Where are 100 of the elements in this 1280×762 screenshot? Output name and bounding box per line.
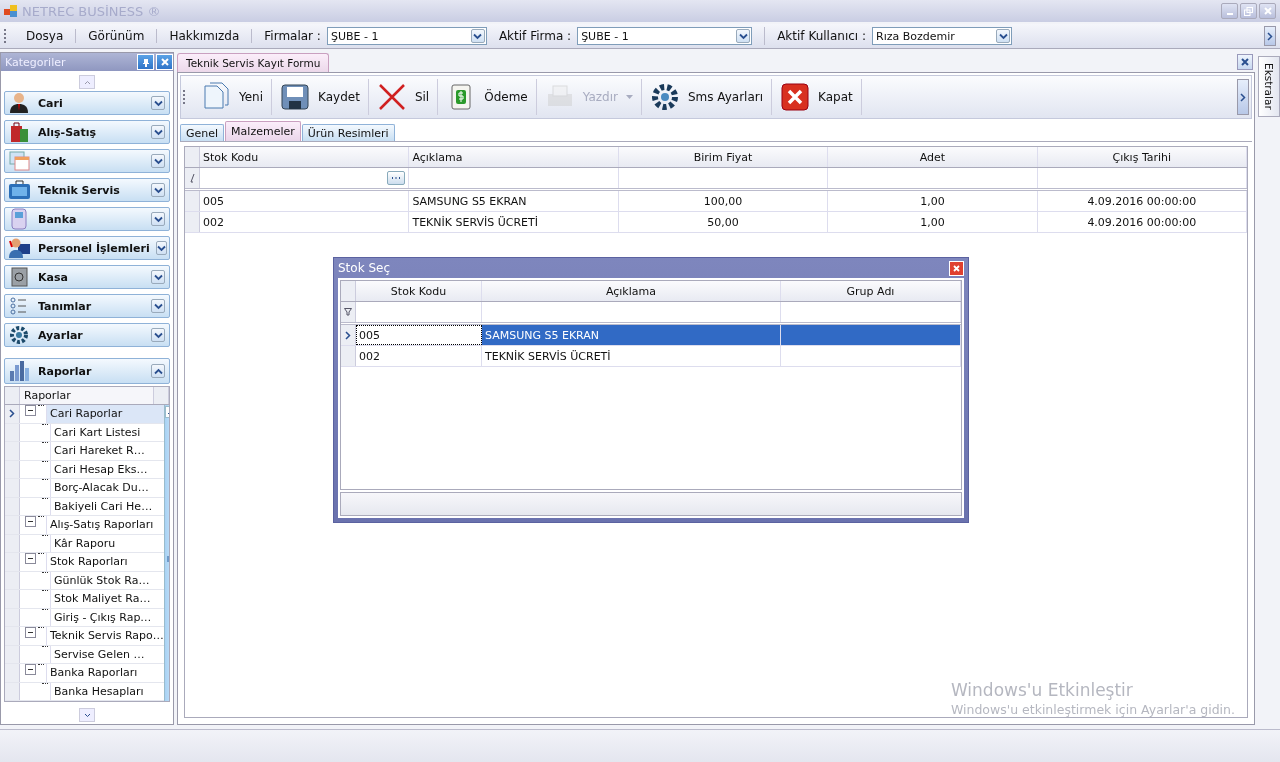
dropdown-icon[interactable] xyxy=(736,29,751,43)
caret-icon xyxy=(625,95,633,99)
filter-icon xyxy=(341,302,356,322)
chevron-right-icon[interactable] xyxy=(1264,26,1276,46)
table-cell[interactable]: SAMSUNG S5 EKRAN xyxy=(481,325,781,345)
table-cell: 1,00 xyxy=(828,212,1038,232)
chevron-right-icon[interactable] xyxy=(1237,79,1249,115)
tree-item[interactable]: Teknik Servis Rapo… xyxy=(46,627,164,645)
category-button[interactable]: Personel İşlemleri xyxy=(4,236,170,260)
toolbar-button[interactable]: Ödeme xyxy=(438,79,537,115)
row-selector[interactable] xyxy=(185,212,200,232)
side-tab[interactable]: Ekstralar xyxy=(1258,56,1280,117)
tab[interactable]: Ürün Resimleri xyxy=(301,124,395,141)
collapse-icon[interactable] xyxy=(25,664,36,675)
collapse-icon[interactable] xyxy=(25,627,36,638)
category-button[interactable]: Teknik Servis xyxy=(4,178,170,202)
person-icon xyxy=(10,93,28,113)
column-header[interactable]: Çıkış Tarihi xyxy=(1037,147,1248,167)
row-selector[interactable] xyxy=(185,191,200,211)
category-button[interactable]: Cari xyxy=(4,91,170,115)
expand-icon[interactable] xyxy=(151,328,165,342)
column-header[interactable]: Grup Adı xyxy=(780,281,961,301)
tree-item[interactable]: Cari Raporlar xyxy=(46,405,164,423)
tree-item[interactable]: Alış-Satış Raporları xyxy=(46,516,164,534)
scroll-down-icon[interactable] xyxy=(79,708,95,722)
category-button[interactable]: Raporlar xyxy=(4,358,170,384)
table-cell[interactable] xyxy=(780,325,961,345)
combo-label: Aktif Kullanıcı : xyxy=(777,29,866,43)
expand-icon[interactable] xyxy=(151,299,165,313)
tree-item[interactable]: Cari Hesap Eks… xyxy=(50,460,164,478)
tree-item[interactable]: Bakiyeli Cari He… xyxy=(50,497,164,515)
column-header[interactable]: Stok Kodu xyxy=(356,281,482,301)
table-cell[interactable]: 002 xyxy=(356,346,482,366)
minimize-icon[interactable] xyxy=(1221,3,1238,19)
category-button[interactable]: Tanımlar xyxy=(4,294,170,318)
expand-icon[interactable] xyxy=(151,270,165,284)
tree-item[interactable]: Servise Gelen … xyxy=(50,645,164,663)
menu-item[interactable]: Görünüm xyxy=(76,29,158,43)
column-header[interactable]: Açıklama xyxy=(481,281,781,301)
toolbar-button[interactable]: Kapat xyxy=(772,79,862,115)
tree-item[interactable]: Borç-Alacak Du… xyxy=(50,479,164,497)
document-tab[interactable]: Teknik Servis Kayıt Formu xyxy=(177,53,330,72)
tree-item[interactable]: Stok Maliyet Ra… xyxy=(50,590,164,608)
collapse-icon[interactable] xyxy=(151,364,165,378)
scroll-up-icon[interactable] xyxy=(79,75,95,89)
toolbar-button[interactable]: Yeni xyxy=(193,79,273,115)
expand-icon[interactable] xyxy=(155,241,167,255)
category-button[interactable]: Banka xyxy=(4,207,170,231)
expand-icon[interactable] xyxy=(151,96,165,110)
combo-box[interactable]: ŞUBE - 1 xyxy=(577,27,753,45)
toolbar-button[interactable]: Sil xyxy=(368,79,439,115)
tree-item[interactable]: Giriş - Çıkış Rap… xyxy=(50,608,164,626)
menu-item[interactable]: Hakkımızda xyxy=(157,29,253,43)
tree-item[interactable]: Stok Raporları xyxy=(46,553,164,571)
column-header[interactable]: Açıklama xyxy=(409,147,619,167)
row-indicator[interactable] xyxy=(5,405,20,423)
close-icon[interactable] xyxy=(1237,54,1253,70)
dropdown-icon[interactable] xyxy=(470,29,485,43)
category-button[interactable]: Stok xyxy=(4,149,170,173)
category-button[interactable]: Alış-Satış xyxy=(4,120,170,144)
safe-icon xyxy=(11,267,28,287)
combo-label: Firmalar : xyxy=(264,29,321,43)
collapse-icon[interactable] xyxy=(25,553,36,564)
column-header[interactable]: Birim Fiyat xyxy=(618,147,829,167)
tree-item[interactable]: Cari Hareket R… xyxy=(50,442,164,460)
toolbar-button[interactable]: Sms Ayarları xyxy=(641,79,773,115)
row-indicator[interactable] xyxy=(341,325,356,345)
money-icon xyxy=(451,84,471,110)
menu-item[interactable]: Dosya xyxy=(14,29,77,43)
combo-box[interactable]: ŞUBE - 1 xyxy=(326,27,487,45)
panel-title: Kategoriler xyxy=(5,55,67,69)
combo-box[interactable]: Rıza Bozdemir xyxy=(872,27,1012,45)
expand-icon[interactable] xyxy=(151,154,165,168)
tree-item[interactable]: Banka Hesapları xyxy=(50,682,164,700)
expand-icon[interactable] xyxy=(151,183,165,197)
tree-item[interactable]: Cari Kart Listesi xyxy=(50,423,164,441)
printer-icon xyxy=(547,85,572,106)
expand-icon[interactable] xyxy=(151,125,165,139)
column-header[interactable]: Stok Kodu xyxy=(200,147,410,167)
table-cell[interactable]: TEKNİK SERVİS ÜCRETİ xyxy=(481,346,781,366)
tab[interactable]: Malzemeler xyxy=(225,121,301,141)
expand-icon[interactable] xyxy=(151,212,165,226)
dropdown-icon[interactable] xyxy=(996,29,1010,43)
table-cell[interactable]: 005 xyxy=(356,325,482,345)
tree-item[interactable]: Banka Raporları xyxy=(46,664,164,682)
restore-icon[interactable] xyxy=(1240,3,1257,19)
list-icon xyxy=(10,297,27,315)
collapse-icon[interactable] xyxy=(25,516,36,527)
pin-icon[interactable] xyxy=(137,54,154,70)
tree-item[interactable]: Kâr Raporu xyxy=(50,534,164,552)
table-cell: 4.09.2016 00:00:00 xyxy=(1037,212,1248,232)
table-cell: 4.09.2016 00:00:00 xyxy=(1037,191,1248,211)
tree-item[interactable]: Günlük Stok Ra… xyxy=(50,571,164,589)
header-corner xyxy=(341,281,356,301)
category-button[interactable]: Ayarlar xyxy=(4,323,170,347)
column-header[interactable]: Adet xyxy=(828,147,1038,167)
collapse-icon[interactable] xyxy=(25,405,36,416)
category-button[interactable]: Kasa xyxy=(4,265,170,289)
tab[interactable]: Genel xyxy=(180,124,225,141)
toolbar-button[interactable]: Kaydet xyxy=(272,79,369,115)
